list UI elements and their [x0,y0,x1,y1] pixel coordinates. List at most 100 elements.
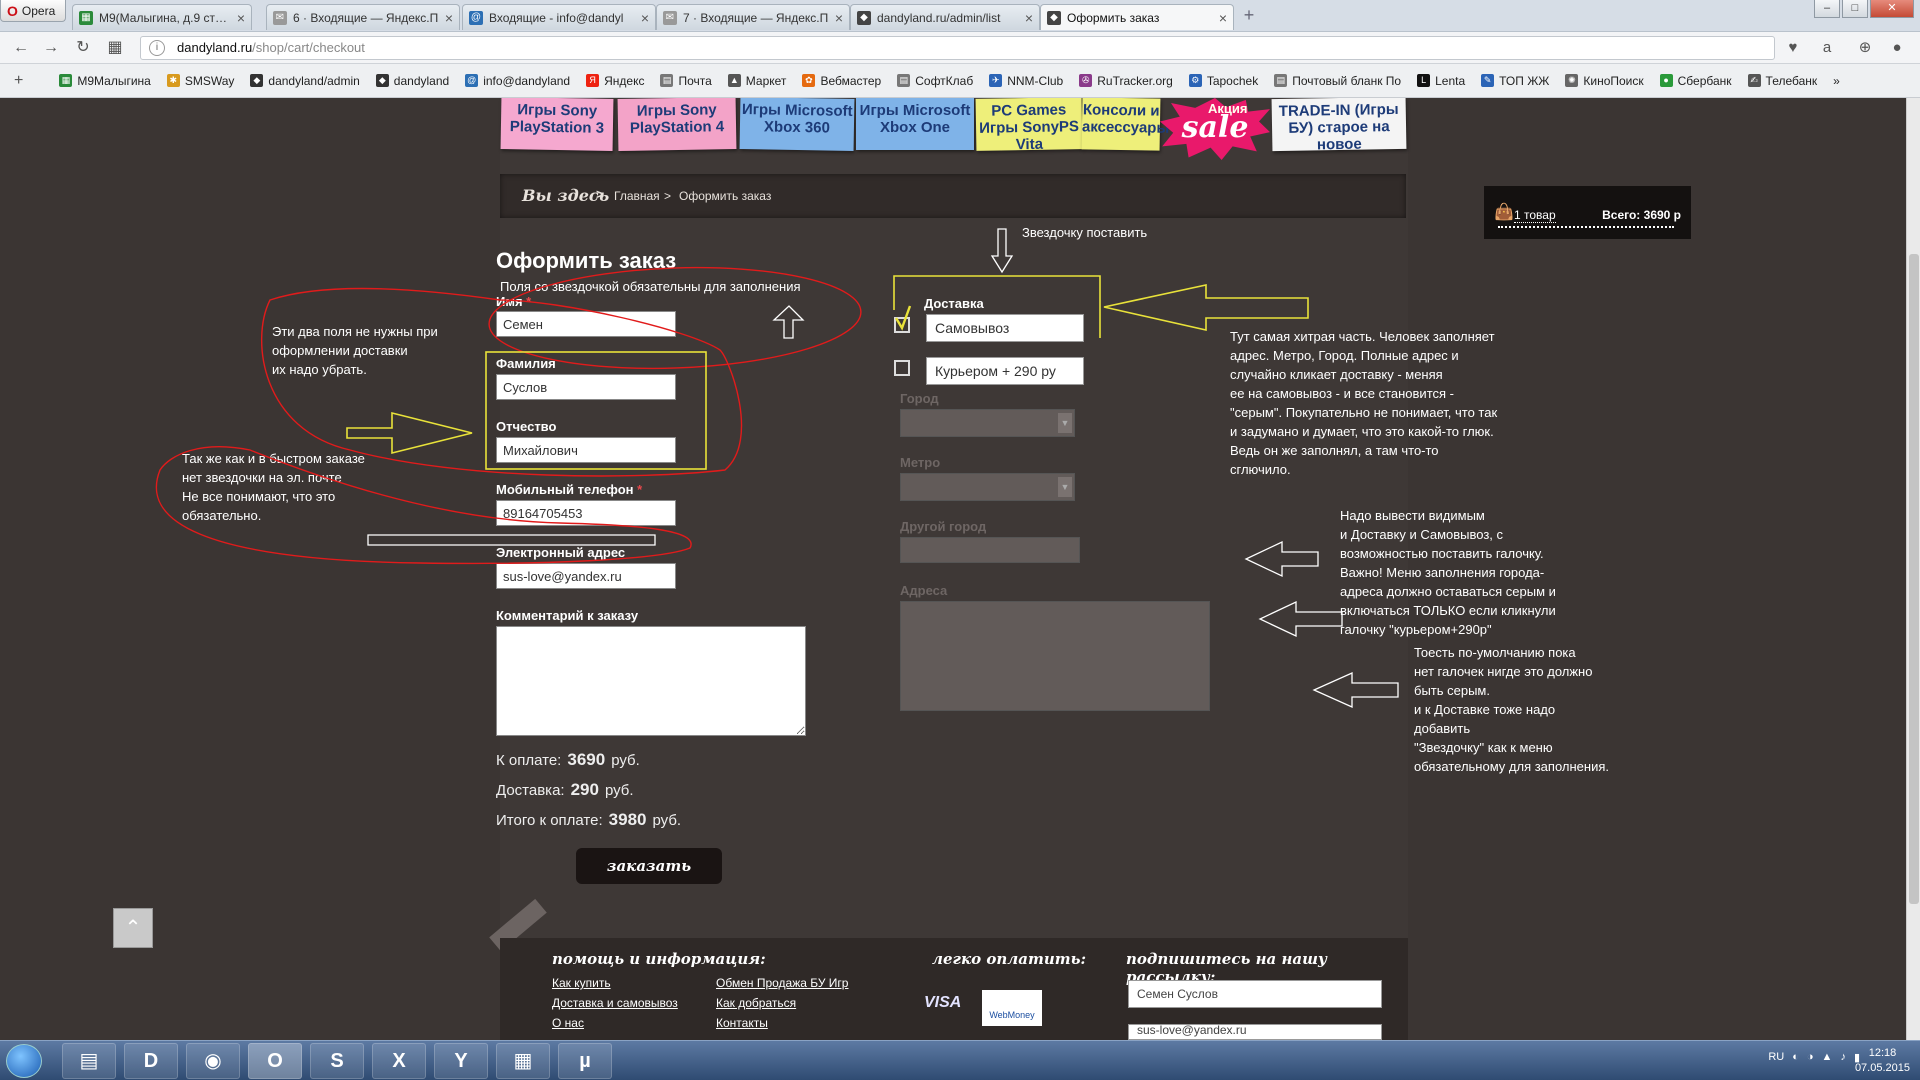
bookmark-8[interactable]: ✿ Вебмастер [802,74,881,88]
footer-link-how-to-buy[interactable]: Как купить [552,976,611,990]
start-button[interactable] [6,1044,42,1078]
heart-icon[interactable]: ♥ [1782,38,1804,58]
bookmark-13[interactable]: ▤ Почтовый бланк По [1274,74,1401,88]
tray-icon[interactable]: ◐ [1792,1051,1799,1064]
bookmark-16[interactable]: ✺ КиноПоиск [1565,74,1644,88]
breadcrumb-home-link[interactable]: Главная [614,189,660,203]
footer-link-contacts[interactable]: Контакты [716,1016,768,1030]
comment-textarea[interactable] [496,626,806,736]
close-icon[interactable]: × [1025,10,1033,26]
category-ps3[interactable]: Игры Sony PlayStation 3 [500,98,614,151]
order-button[interactable]: заказать [576,848,722,884]
bookmark-18[interactable]: ✍ Телебанк [1747,74,1817,88]
extension-icon[interactable]: ⊕ [1854,38,1876,58]
bookmark-7[interactable]: ▲ Маркет [727,74,786,88]
forward-button[interactable]: → [40,38,62,58]
cart-item-count[interactable]: 1 товар [1514,208,1556,223]
close-icon[interactable]: × [1219,10,1227,26]
close-icon[interactable]: × [835,10,843,26]
footer-link-delivery[interactable]: Доставка и самовывоз [552,996,678,1010]
tab-0[interactable]: ▦ М9(Малыгина, д.9 стр.2, × [72,4,252,30]
yandex-browser-icon[interactable]: Y [434,1043,488,1079]
bookmark-3[interactable]: ◆ dandyland [375,74,449,88]
excel-icon[interactable]: X [372,1043,426,1079]
more-bookmarks-icon[interactable]: » [1833,74,1840,88]
speed-dial-icon[interactable]: ▦ [104,38,126,58]
bookmark-2[interactable]: ◆ dandyland/admin [250,74,360,88]
category-consoles[interactable]: Консоли и аксессуары [1081,98,1169,151]
scroll-to-top-button[interactable]: ⌃ [113,908,153,948]
bookmark-11[interactable]: ✇ RuTracker.org [1079,74,1173,88]
calculator-icon[interactable]: ▦ [496,1043,550,1079]
minimize-button[interactable]: – [1814,0,1840,18]
first-name-input[interactable] [496,311,676,337]
footer-link-about[interactable]: О нас [552,1016,584,1030]
bookmark-12[interactable]: ⚙ Tapochek [1188,74,1258,88]
new-tab-button[interactable]: + [1238,6,1260,26]
skype-icon[interactable]: S [310,1043,364,1079]
add-bookmark-icon[interactable]: + [14,72,23,90]
close-icon[interactable]: × [237,10,245,26]
email-input[interactable] [496,563,676,589]
category-pc-vita[interactable]: PC Games Игры SonyPS Vita [975,98,1083,153]
amazon-icon[interactable]: a [1816,38,1838,58]
maximize-button[interactable]: □ [1842,0,1868,18]
category-xboxone[interactable]: Игры Microsoft Xbox One [856,98,974,150]
metro-select[interactable]: ▼ [900,473,1075,501]
footer-link-trade[interactable]: Обмен Продажа БУ Игр [716,976,848,990]
opera-menu-button[interactable]: O Opera [0,0,66,22]
bookmark-17[interactable]: ● Сбербанк [1659,74,1732,88]
tray-icon[interactable]: ▲ [1822,1051,1833,1064]
pickup-checkbox[interactable] [894,317,910,333]
bookmark-0[interactable]: ▦ М9Малыгина [59,74,151,88]
category-ps4[interactable]: Игры Sony PlayStation 4 [617,98,737,152]
middle-name-input[interactable] [496,437,676,463]
footer-link-directions[interactable]: Как добраться [716,996,796,1010]
bookmark-1[interactable]: ✱ SMSWay [166,74,234,88]
reload-button[interactable]: ↻ [72,38,94,58]
close-icon[interactable]: × [641,10,649,26]
courier-checkbox[interactable] [894,360,910,376]
tray-icon[interactable]: ◑ [1807,1051,1814,1064]
clock[interactable]: 12:18 07.05.2015 [1855,1046,1910,1076]
phone-input[interactable] [496,500,676,526]
address-textarea[interactable] [900,601,1210,711]
subscribe-email-input[interactable] [1128,1024,1382,1040]
close-icon[interactable]: × [445,10,453,26]
tab-4[interactable]: ◆ dandyland.ru/admin/list × [850,4,1040,30]
bookmark-14[interactable]: L Lenta [1417,74,1465,88]
close-window-button[interactable]: ✕ [1870,0,1914,18]
chrome-icon[interactable]: ◉ [186,1043,240,1079]
pickup-option[interactable]: Самовывоз [926,314,1084,342]
category-trade-in[interactable]: TRADE-IN (Игры БУ) старое на новое [1271,98,1407,153]
scrollbar-thumb[interactable] [1909,254,1919,904]
subscribe-name-input[interactable] [1128,980,1382,1008]
d-app-icon[interactable]: D [124,1043,178,1079]
bookmark-4[interactable]: @ info@dandyland [465,74,570,88]
bookmark-5[interactable]: Я Яндекс [586,74,644,88]
bookmark-15[interactable]: ✎ ТОП ЖЖ [1481,74,1549,88]
last-name-input[interactable] [496,374,676,400]
tab-5-active[interactable]: ◆ Оформить заказ × [1040,4,1234,30]
bookmark-6[interactable]: ▤ Почта [660,74,712,88]
bookmark-10[interactable]: ✈ NNM-Club [989,74,1063,88]
city-select[interactable]: ▼ [900,409,1075,437]
courier-option[interactable]: Курьером + 290 ру [926,357,1084,385]
profile-icon[interactable]: ● [1886,38,1908,58]
tab-1[interactable]: ✉ 6 · Входящие — Яндекс.П × [266,4,460,30]
url-field[interactable]: i dandyland.ru/shop/cart/checkout [140,36,1775,60]
opera-icon[interactable]: O [248,1043,302,1079]
other-city-input[interactable] [900,537,1080,563]
category-xbox360[interactable]: Игры Microsoft Xbox 360 [739,98,855,151]
tab-3[interactable]: ✉ 7 · Входящие — Яндекс.П × [656,4,850,30]
explorer-icon[interactable]: ▤ [62,1043,116,1079]
volume-icon[interactable]: ♪ [1840,1051,1846,1064]
bookmark-9[interactable]: ▤ СофтКлаб [897,74,973,88]
cart-widget[interactable]: 👜 1 товар Всего: 3690 р [1484,186,1691,239]
back-button[interactable]: ← [10,38,32,58]
language-indicator[interactable]: RU [1768,1051,1784,1064]
tab-2[interactable]: @ Входящие - info@dandyl × [462,4,656,30]
vertical-scrollbar[interactable] [1906,98,1920,1040]
utorrent-icon[interactable]: µ [558,1043,612,1079]
site-info-icon[interactable]: i [149,40,165,56]
